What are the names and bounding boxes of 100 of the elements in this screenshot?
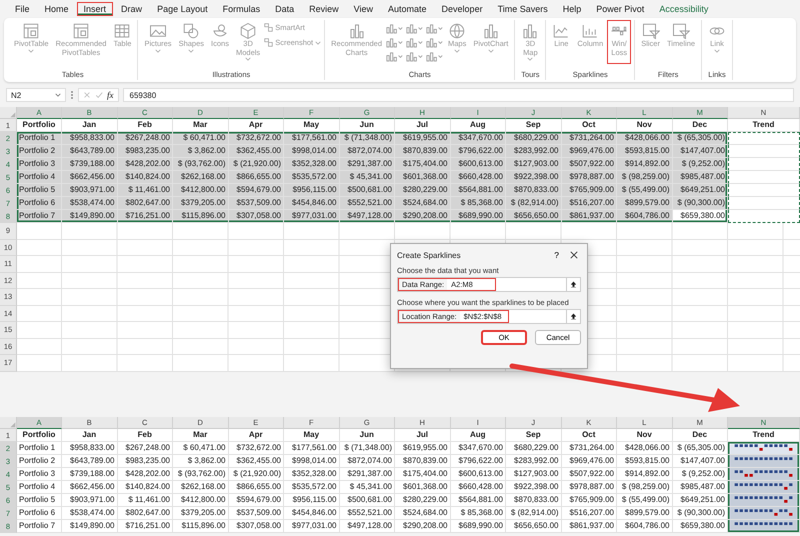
table-cell: $428,202.00 bbox=[118, 468, 173, 480]
table-cell: $732,672.00 bbox=[228, 442, 284, 454]
table-cell: Sep bbox=[506, 428, 562, 442]
menu-tab[interactable]: Developer bbox=[434, 2, 490, 16]
table-cell: $870,833.00 bbox=[506, 184, 562, 197]
table-cell: $802,647.00 bbox=[118, 197, 173, 210]
table-cell: $662,456.00 bbox=[62, 480, 118, 494]
table-cell: $604,786.00 bbox=[617, 520, 672, 532]
table-cell: $870,833.00 bbox=[506, 494, 562, 506]
table-cell: $983,235.00 bbox=[118, 145, 173, 158]
table-cell: $ 60,471.00 bbox=[173, 442, 228, 454]
menu-tab[interactable]: Data bbox=[268, 2, 302, 16]
table-cell: $524,684.00 bbox=[395, 197, 450, 210]
table-cell: $ (98,259.00) bbox=[617, 480, 672, 494]
table-cell: $ (93,762.00) bbox=[173, 468, 228, 480]
table-cell: $998,014.00 bbox=[284, 145, 340, 158]
menu-tab[interactable]: Accessibility bbox=[652, 2, 716, 16]
table-cell: $147,407.00 bbox=[672, 145, 728, 158]
table-cell: $115,896.00 bbox=[173, 520, 228, 532]
formula-field[interactable]: 659380 bbox=[122, 88, 794, 102]
table-cell: $283,992.00 bbox=[506, 454, 562, 468]
table-cell: $537,509.00 bbox=[228, 506, 284, 520]
table-cell: $ 45,341.00 bbox=[340, 171, 395, 184]
table-cell: $601,368.00 bbox=[395, 480, 450, 494]
insert-function-button[interactable]: fx bbox=[107, 90, 114, 100]
name-box[interactable]: N2 bbox=[6, 88, 66, 102]
table-cell: $594,679.00 bbox=[228, 494, 284, 506]
table-cell: $280,229.00 bbox=[395, 494, 450, 506]
table-cell: Oct bbox=[562, 428, 617, 442]
table-cell: $177,561.00 bbox=[284, 442, 340, 454]
table-cell: Nov bbox=[617, 428, 672, 442]
menu-tab[interactable]: File bbox=[8, 2, 37, 16]
table-cell: $454,846.00 bbox=[284, 506, 340, 520]
table-cell: $507,922.00 bbox=[562, 468, 617, 480]
table-cell: $140,824.00 bbox=[118, 480, 173, 494]
table-cell: Jan bbox=[62, 428, 118, 442]
table-cell: $428,066.00 bbox=[617, 442, 672, 454]
table-cell: $643,789.00 bbox=[62, 145, 118, 158]
table-cell: $140,824.00 bbox=[118, 171, 173, 184]
menu-tab[interactable]: Draw bbox=[114, 2, 150, 16]
table-cell: $347,670.00 bbox=[450, 132, 506, 145]
table-cell: $127,903.00 bbox=[506, 158, 562, 171]
table-cell: $352,328.00 bbox=[284, 468, 340, 480]
menu-tab[interactable]: Review bbox=[302, 2, 346, 16]
table-cell: $564,881.00 bbox=[450, 494, 506, 506]
table-cell: $428,066.00 bbox=[617, 132, 672, 145]
table-cell: $680,229.00 bbox=[506, 442, 562, 454]
table-cell: $428,202.00 bbox=[118, 158, 173, 171]
table-cell: $716,251.00 bbox=[118, 210, 173, 223]
table-cell: $379,205.00 bbox=[173, 197, 228, 210]
menu-tab[interactable]: View bbox=[346, 2, 380, 16]
menu-tab[interactable]: Insert bbox=[76, 2, 114, 16]
table-cell: $977,031.00 bbox=[284, 210, 340, 223]
menu-tab[interactable]: Formulas bbox=[216, 2, 268, 16]
table-cell: $958,833.00 bbox=[62, 442, 118, 454]
table-cell: $175,404.00 bbox=[395, 468, 450, 480]
table-cell: $ (82,914.00) bbox=[506, 506, 562, 520]
table-cell: $732,672.00 bbox=[228, 132, 284, 145]
table-cell: $ 3,862.00 bbox=[173, 454, 228, 468]
menu-tab[interactable]: Time Savers bbox=[490, 2, 555, 16]
table-cell: $149,890.00 bbox=[62, 210, 118, 223]
table-cell: $796,622.00 bbox=[450, 145, 506, 158]
table-cell: $175,404.00 bbox=[395, 158, 450, 171]
table-cell: $922,398.00 bbox=[506, 480, 562, 494]
menu-tab[interactable]: Automate bbox=[381, 2, 434, 16]
table-cell: Portfolio 5 bbox=[17, 184, 62, 197]
table-cell: Portfolio 1 bbox=[17, 442, 62, 454]
table-cell: $ (71,348.00) bbox=[340, 132, 395, 145]
table-cell: Portfolio 7 bbox=[17, 210, 62, 223]
table-cell: Trend bbox=[728, 119, 800, 132]
table-cell: $115,896.00 bbox=[173, 210, 228, 223]
table-cell: $290,208.00 bbox=[395, 520, 450, 532]
table-cell: $731,264.00 bbox=[562, 442, 617, 454]
menu-tab[interactable]: Power Pivot bbox=[589, 2, 652, 16]
menu-tab[interactable]: Help bbox=[556, 2, 588, 16]
menu-tab[interactable]: Home bbox=[38, 2, 76, 16]
table-cell: $ (71,348.00) bbox=[340, 442, 395, 454]
table-cell: $ 3,862.00 bbox=[173, 145, 228, 158]
table-cell: $983,235.00 bbox=[118, 454, 173, 468]
table-cell: $656,650.00 bbox=[506, 520, 562, 532]
table-cell: $ 11,461.00 bbox=[118, 184, 173, 197]
table-cell: $739,188.00 bbox=[62, 468, 118, 480]
table-cell: Portfolio 1 bbox=[17, 132, 62, 145]
table-cell: $866,655.00 bbox=[228, 171, 284, 184]
table-cell: $500,681.00 bbox=[340, 184, 395, 197]
table-cell: $ (9,252.00) bbox=[672, 158, 728, 171]
table-cell: $ (93,762.00) bbox=[173, 158, 228, 171]
table-cell: $262,168.00 bbox=[173, 171, 228, 184]
table-cell: Jul bbox=[395, 428, 450, 442]
help-button[interactable]: ? bbox=[546, 250, 567, 260]
table-cell: $507,922.00 bbox=[562, 158, 617, 171]
table-cell: $538,474.00 bbox=[62, 197, 118, 210]
table-cell: Portfolio 4 bbox=[17, 171, 62, 184]
table-cell: $ (21,920.00) bbox=[228, 158, 284, 171]
table-cell: $872,074.00 bbox=[340, 145, 395, 158]
table-cell: $716,251.00 bbox=[118, 520, 173, 532]
table-cell: Portfolio 5 bbox=[17, 494, 62, 506]
table-cell: $290,208.00 bbox=[395, 210, 450, 223]
table-cell: $600,613.00 bbox=[450, 468, 506, 480]
menu-tab[interactable]: Page Layout bbox=[150, 2, 215, 16]
